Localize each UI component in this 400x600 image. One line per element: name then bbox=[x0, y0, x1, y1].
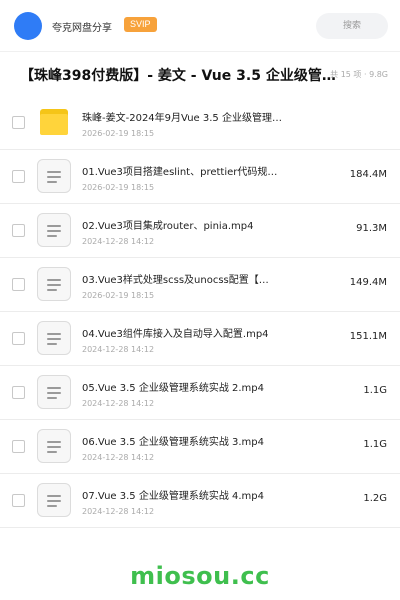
file-icon bbox=[37, 375, 71, 409]
file-date: 2026-02-19 18:15 bbox=[82, 291, 155, 300]
file-icon bbox=[37, 267, 71, 301]
file-size: 1.1G bbox=[363, 439, 387, 450]
share-header: 夸克网盘分享 SVIP 搜索 bbox=[0, 0, 400, 52]
file-size: 151.1M bbox=[349, 331, 387, 342]
file-icon bbox=[37, 321, 71, 355]
svip-badge: SVIP bbox=[124, 17, 157, 32]
select-checkbox[interactable] bbox=[12, 440, 25, 453]
file-name[interactable]: 珠峰-姜文-2024年9月Vue 3.5 企业级管理系统实战 bbox=[82, 109, 282, 124]
file-name[interactable]: 02.Vue3项目集成router、pinia.mp4 bbox=[82, 217, 282, 232]
item-count-meta: 共 15 项 · 9.8G bbox=[330, 70, 388, 79]
file-size: 149.4M bbox=[349, 277, 387, 288]
select-checkbox[interactable] bbox=[12, 332, 25, 345]
file-name[interactable]: 04.Vue3组件库接入及自动导入配置.mp4 bbox=[82, 325, 282, 340]
file-date: 2024-12-28 14:12 bbox=[82, 345, 155, 354]
search-input[interactable]: 搜索 bbox=[316, 13, 388, 39]
file-size: 1.1G bbox=[363, 385, 387, 396]
file-row[interactable]: 珠峰-姜文-2024年9月Vue 3.5 企业级管理系统实战 2026-02-19… bbox=[0, 96, 400, 150]
select-checkbox[interactable] bbox=[12, 116, 25, 129]
share-owner-name[interactable]: 夸克网盘分享 bbox=[52, 19, 112, 34]
file-row[interactable]: 05.Vue 3.5 企业级管理系统实战 2.mp4 2024-12-28 14:… bbox=[0, 366, 400, 420]
file-icon bbox=[37, 483, 71, 517]
file-size: 91.3M bbox=[356, 223, 387, 234]
file-name[interactable]: 07.Vue 3.5 企业级管理系统实战 4.mp4 bbox=[82, 487, 282, 502]
select-checkbox[interactable] bbox=[12, 278, 25, 291]
file-list: 珠峰-姜文-2024年9月Vue 3.5 企业级管理系统实战 2026-02-19… bbox=[0, 96, 400, 528]
file-name[interactable]: 05.Vue 3.5 企业级管理系统实战 2.mp4 bbox=[82, 379, 282, 394]
file-row[interactable]: 04.Vue3组件库接入及自动导入配置.mp4 2024-12-28 14:12 1… bbox=[0, 312, 400, 366]
file-name[interactable]: 06.Vue 3.5 企业级管理系统实战 3.mp4 bbox=[82, 433, 282, 448]
file-date: 2024-12-28 14:12 bbox=[82, 399, 155, 408]
page-title: 【珠峰398付费版】- 姜文 - Vue 3.5 企业级管理系统实战 bbox=[20, 68, 336, 84]
file-icon bbox=[37, 159, 71, 193]
file-icon bbox=[37, 429, 71, 463]
file-row[interactable]: 07.Vue 3.5 企业级管理系统实战 4.mp4 2024-12-28 14:… bbox=[0, 474, 400, 528]
file-size: 184.4M bbox=[349, 169, 387, 180]
file-date: 2024-12-28 14:12 bbox=[82, 237, 155, 246]
select-checkbox[interactable] bbox=[12, 224, 25, 237]
file-row[interactable]: 06.Vue 3.5 企业级管理系统实战 3.mp4 2024-12-28 14:… bbox=[0, 420, 400, 474]
file-date: 2026-02-19 18:15 bbox=[82, 129, 155, 138]
file-row[interactable]: 01.Vue3项目搭建eslint、prettier代码规范.mp4 2026-0… bbox=[0, 150, 400, 204]
avatar[interactable] bbox=[14, 12, 42, 40]
file-row[interactable]: 02.Vue3项目集成router、pinia.mp4 2024-12-28 14… bbox=[0, 204, 400, 258]
file-size: 1.2G bbox=[363, 493, 387, 504]
file-name[interactable]: 01.Vue3项目搭建eslint、prettier代码规范.mp4 bbox=[82, 163, 282, 178]
title-row: 【珠峰398付费版】- 姜文 - Vue 3.5 企业级管理系统实战 共 15 … bbox=[0, 56, 400, 94]
file-date: 2026-02-19 18:15 bbox=[82, 183, 155, 192]
select-checkbox[interactable] bbox=[12, 170, 25, 183]
select-checkbox[interactable] bbox=[12, 386, 25, 399]
file-row[interactable]: 03.Vue3样式处理scss及unocss配置【… 2026-02-19 18:… bbox=[0, 258, 400, 312]
watermark: miosou.cc bbox=[130, 562, 270, 590]
file-icon bbox=[37, 213, 71, 247]
select-checkbox[interactable] bbox=[12, 494, 25, 507]
file-name[interactable]: 03.Vue3样式处理scss及unocss配置【… bbox=[82, 271, 282, 286]
file-date: 2024-12-28 14:12 bbox=[82, 453, 155, 462]
file-date: 2024-12-28 14:12 bbox=[82, 507, 155, 516]
folder-icon bbox=[37, 105, 71, 139]
